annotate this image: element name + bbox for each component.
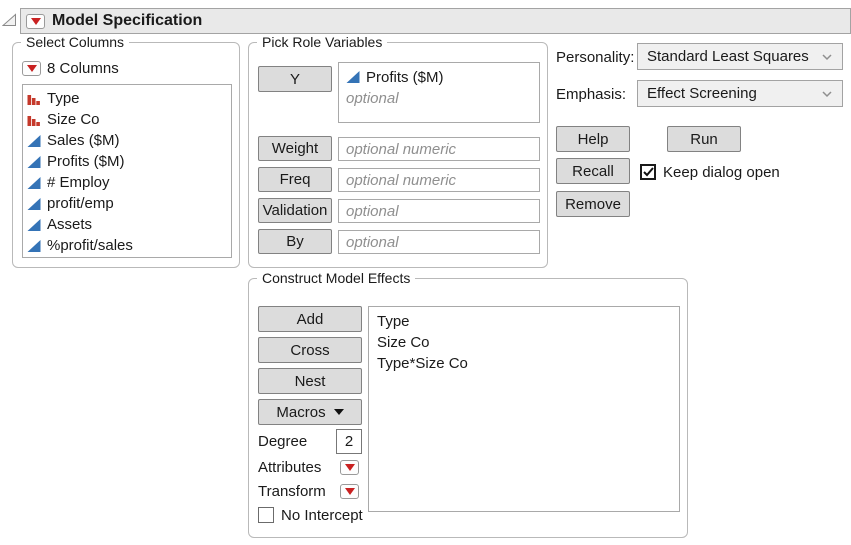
personality-value: Standard Least Squares [647, 48, 809, 65]
effects-list: Type Size Co Type*Size Co [368, 306, 680, 512]
keep-dialog-open-label: Keep dialog open [663, 164, 780, 181]
emphasis-value: Effect Screening [647, 85, 757, 102]
chevron-down-icon [821, 53, 833, 61]
pick-roles-legend: Pick Role Variables [257, 34, 387, 50]
effect-item[interactable]: Size Co [377, 332, 671, 353]
validation-role-button[interactable]: Validation [258, 198, 332, 223]
model-specification-dialog: Model Specification Select Columns 8 Col… [0, 0, 851, 545]
continuous-icon [346, 70, 360, 84]
continuous-icon [27, 218, 41, 232]
column-item[interactable]: Profits ($M) [27, 151, 227, 172]
continuous-icon [27, 134, 41, 148]
run-button[interactable]: Run [667, 126, 741, 152]
personality-label: Personality: [556, 49, 634, 66]
weight-role-placeholder: optional numeric [346, 141, 456, 158]
keep-dialog-open-checkbox[interactable] [640, 164, 656, 180]
remove-button[interactable]: Remove [556, 191, 630, 217]
outline-collapse-icon[interactable] [2, 13, 17, 32]
column-label: profit/emp [47, 195, 114, 212]
nominal-icon [27, 92, 41, 106]
checkmark-icon [643, 167, 654, 177]
recall-button[interactable]: Recall [556, 158, 630, 184]
continuous-icon [27, 197, 41, 211]
y-role-value-row[interactable]: Profits ($M) [346, 66, 532, 88]
column-item[interactable]: # Employ [27, 172, 227, 193]
column-label: Type [47, 90, 80, 107]
degree-label: Degree [258, 433, 307, 450]
attributes-label: Attributes [258, 459, 321, 476]
add-button[interactable]: Add [258, 306, 362, 332]
outline-header: Model Specification [20, 8, 851, 34]
column-label: Assets [47, 216, 92, 233]
freq-role-box[interactable]: optional numeric [338, 168, 540, 192]
caret-down-icon [334, 409, 344, 415]
columns-menu-icon[interactable] [22, 61, 41, 76]
continuous-icon [27, 239, 41, 253]
column-label: %profit/sales [47, 237, 133, 254]
effect-item[interactable]: Type*Size Co [377, 353, 671, 374]
freq-role-button[interactable]: Freq [258, 167, 332, 192]
by-role-button[interactable]: By [258, 229, 332, 254]
model-effects-legend: Construct Model Effects [257, 270, 415, 286]
column-label: Profits ($M) [47, 153, 125, 170]
validation-role-placeholder: optional [346, 203, 399, 220]
personality-dropdown[interactable]: Standard Least Squares [637, 43, 843, 70]
by-role-box[interactable]: optional [338, 230, 540, 254]
cross-button[interactable]: Cross [258, 337, 362, 363]
no-intercept-label: No Intercept [281, 507, 363, 524]
continuous-icon [27, 176, 41, 190]
column-item[interactable]: Type [27, 88, 227, 109]
column-item[interactable]: profit/emp [27, 193, 227, 214]
weight-role-button[interactable]: Weight [258, 136, 332, 161]
y-role-button[interactable]: Y [258, 66, 332, 92]
emphasis-label: Emphasis: [556, 86, 626, 103]
weight-role-box[interactable]: optional numeric [338, 137, 540, 161]
column-item[interactable]: Size Co [27, 109, 227, 130]
columns-count-row: 8 Columns [22, 60, 119, 77]
degree-field[interactable]: 2 [336, 429, 362, 454]
continuous-icon [27, 155, 41, 169]
transform-menu-icon[interactable] [340, 484, 359, 499]
effect-item[interactable]: Type [377, 311, 671, 332]
validation-role-box[interactable]: optional [338, 199, 540, 223]
emphasis-dropdown[interactable]: Effect Screening [637, 80, 843, 107]
y-role-value: Profits ($M) [366, 69, 444, 86]
columns-list: Type Size Co Sales ($M) Profits ($M) # E… [22, 84, 232, 258]
page-title: Model Specification [52, 12, 202, 30]
nominal-icon [27, 113, 41, 127]
transform-label: Transform [258, 483, 326, 500]
attributes-menu-icon[interactable] [340, 460, 359, 475]
columns-count-label: 8 Columns [47, 60, 119, 77]
y-role-box[interactable]: Profits ($M) optional [338, 62, 540, 123]
column-label: Sales ($M) [47, 132, 120, 149]
column-label: # Employ [47, 174, 110, 191]
freq-role-placeholder: optional numeric [346, 172, 456, 189]
column-label: Size Co [47, 111, 100, 128]
column-item[interactable]: %profit/sales [27, 235, 227, 256]
macros-button[interactable]: Macros [258, 399, 362, 425]
help-button[interactable]: Help [556, 126, 630, 152]
column-item[interactable]: Sales ($M) [27, 130, 227, 151]
column-item[interactable]: Assets [27, 214, 227, 235]
macros-label: Macros [276, 404, 325, 421]
select-columns-legend: Select Columns [21, 34, 129, 50]
by-role-placeholder: optional [346, 234, 399, 251]
red-triangle-menu-icon[interactable] [26, 14, 45, 29]
nest-button[interactable]: Nest [258, 368, 362, 394]
y-role-placeholder: optional [346, 88, 532, 109]
chevron-down-icon [821, 90, 833, 98]
no-intercept-checkbox[interactable] [258, 507, 274, 523]
